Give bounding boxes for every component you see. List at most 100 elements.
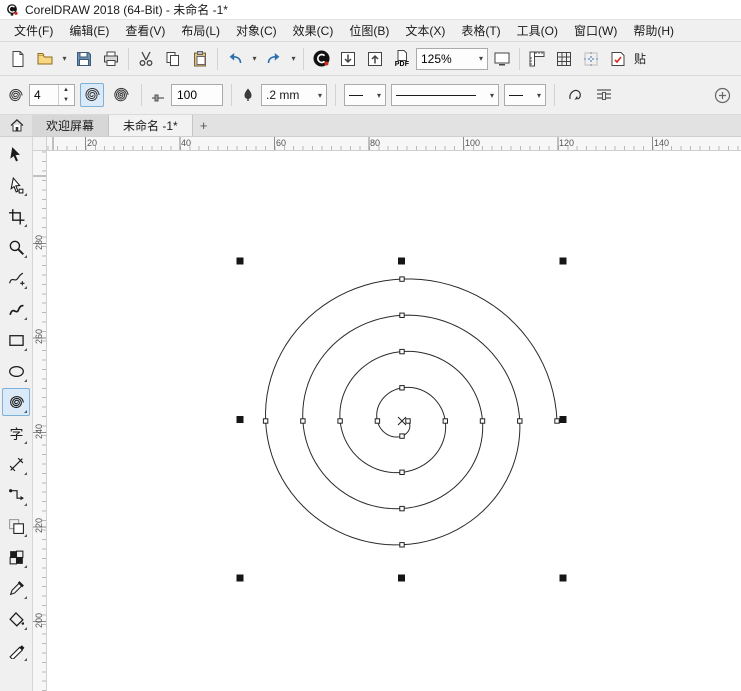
fullscreen-preview-button[interactable] bbox=[489, 46, 515, 72]
spiral-node[interactable] bbox=[400, 434, 404, 438]
tab-untitled-document[interactable]: 未命名 -1* bbox=[109, 115, 193, 136]
spiral-node[interactable] bbox=[443, 419, 447, 423]
menu-layout[interactable]: 布局(L) bbox=[173, 19, 228, 42]
mesh-fill-tool[interactable] bbox=[2, 543, 30, 571]
search-content-button[interactable] bbox=[308, 46, 334, 72]
logarithmic-spiral-button[interactable] bbox=[109, 83, 133, 107]
spiral-node[interactable] bbox=[406, 419, 410, 423]
vertical-ruler[interactable]: 280 260 240 220 200 bbox=[33, 151, 47, 691]
connector-tool[interactable] bbox=[2, 481, 30, 509]
open-button[interactable] bbox=[32, 46, 58, 72]
horizontal-ruler[interactable]: 20 40 60 80 100 120 140 bbox=[47, 137, 741, 151]
quick-customize-button[interactable] bbox=[710, 83, 734, 107]
selection-handle[interactable] bbox=[237, 416, 244, 423]
copy-button[interactable] bbox=[160, 46, 186, 72]
zoom-tool[interactable] bbox=[2, 233, 30, 261]
outline-width-select[interactable]: .2 mm ▾ bbox=[261, 84, 327, 106]
new-tab-button[interactable]: + bbox=[193, 115, 215, 136]
spiral-node[interactable] bbox=[555, 419, 559, 423]
menu-file[interactable]: 文件(F) bbox=[6, 19, 61, 42]
menu-effects[interactable]: 效果(C) bbox=[285, 19, 342, 42]
revolutions-spin-up-button[interactable]: ▲ bbox=[59, 85, 73, 95]
export-button[interactable] bbox=[362, 46, 388, 72]
selection-handle[interactable] bbox=[237, 258, 244, 265]
zoom-level-input[interactable] bbox=[421, 52, 467, 66]
spiral-node[interactable] bbox=[400, 313, 404, 317]
selection-handle[interactable] bbox=[560, 258, 567, 265]
menu-window[interactable]: 窗口(W) bbox=[566, 19, 625, 42]
selection-handle[interactable] bbox=[398, 258, 405, 265]
spiral-tool[interactable] bbox=[2, 388, 30, 416]
eyedropper-tool[interactable] bbox=[2, 574, 30, 602]
show-grid-button[interactable] bbox=[551, 46, 577, 72]
ellipse-tool[interactable] bbox=[2, 357, 30, 385]
publish-pdf-button[interactable]: PDF bbox=[389, 46, 415, 72]
snap-to-label[interactable]: 贴 bbox=[632, 50, 648, 67]
contour-tool[interactable] bbox=[2, 512, 30, 540]
zoom-level-combobox[interactable]: ▾ bbox=[416, 48, 488, 70]
freehand-tool[interactable] bbox=[2, 264, 30, 292]
spiral-node[interactable] bbox=[400, 277, 404, 281]
pick-tool[interactable] bbox=[2, 140, 30, 168]
redo-button[interactable] bbox=[261, 46, 287, 72]
spiral-node[interactable] bbox=[400, 543, 404, 547]
open-dropdown-caret[interactable]: ▾ bbox=[59, 46, 70, 72]
wrap-text-button[interactable] bbox=[592, 83, 616, 107]
options-button[interactable] bbox=[605, 46, 631, 72]
spiral-node[interactable] bbox=[400, 506, 404, 510]
new-document-button[interactable] bbox=[5, 46, 31, 72]
dimension-tool[interactable] bbox=[2, 450, 30, 478]
spiral-curve[interactable] bbox=[266, 279, 557, 545]
spiral-revolutions-input[interactable] bbox=[30, 85, 58, 105]
menu-bitmaps[interactable]: 位图(B) bbox=[341, 19, 397, 42]
ruler-origin-corner[interactable] bbox=[33, 137, 47, 151]
undo-button[interactable] bbox=[222, 46, 248, 72]
tab-welcome-screen[interactable]: 欢迎屏幕 bbox=[32, 115, 109, 136]
cut-button[interactable] bbox=[133, 46, 159, 72]
end-arrowhead-select[interactable]: ▾ bbox=[504, 84, 546, 106]
outline-pen-tool[interactable] bbox=[2, 636, 30, 664]
selection-handle[interactable] bbox=[560, 575, 567, 582]
redo-dropdown-caret[interactable]: ▾ bbox=[288, 46, 299, 72]
spiral-node[interactable] bbox=[263, 419, 267, 423]
menu-help[interactable]: 帮助(H) bbox=[625, 19, 682, 42]
center-x-marker[interactable] bbox=[398, 417, 406, 425]
show-rulers-button[interactable] bbox=[524, 46, 550, 72]
spiral-expansion-input[interactable] bbox=[171, 84, 223, 106]
print-button[interactable] bbox=[98, 46, 124, 72]
selection-handle[interactable] bbox=[560, 416, 567, 423]
spiral-node[interactable] bbox=[400, 470, 404, 474]
spiral-node[interactable] bbox=[301, 419, 305, 423]
crop-tool[interactable] bbox=[2, 202, 30, 230]
home-button[interactable] bbox=[2, 115, 32, 136]
spiral-node[interactable] bbox=[400, 349, 404, 353]
import-button[interactable] bbox=[335, 46, 361, 72]
menu-view[interactable]: 查看(V) bbox=[117, 19, 173, 42]
shape-tool[interactable] bbox=[2, 171, 30, 199]
zoom-dropdown-caret[interactable]: ▾ bbox=[479, 54, 483, 63]
revolutions-spin-down-button[interactable]: ▼ bbox=[59, 95, 73, 105]
spiral-node[interactable] bbox=[338, 419, 342, 423]
spiral-node[interactable] bbox=[518, 419, 522, 423]
menu-text[interactable]: 文本(X) bbox=[397, 19, 453, 42]
spiral-revolutions-stepper[interactable]: ▲ ▼ bbox=[29, 84, 75, 106]
close-curve-button[interactable] bbox=[563, 83, 587, 107]
rectangle-tool[interactable] bbox=[2, 326, 30, 354]
spiral-node[interactable] bbox=[480, 419, 484, 423]
spiral-node[interactable] bbox=[400, 386, 404, 390]
spiral-node[interactable] bbox=[375, 419, 379, 423]
undo-dropdown-caret[interactable]: ▾ bbox=[249, 46, 260, 72]
symmetric-spiral-button[interactable] bbox=[80, 83, 104, 107]
drawing-canvas[interactable] bbox=[47, 151, 741, 691]
show-guidelines-button[interactable] bbox=[578, 46, 604, 72]
interactive-fill-tool[interactable] bbox=[2, 605, 30, 633]
artistic-media-tool[interactable] bbox=[2, 295, 30, 323]
menu-edit[interactable]: 编辑(E) bbox=[61, 19, 117, 42]
start-arrowhead-select[interactable]: ▾ bbox=[344, 84, 386, 106]
paste-button[interactable] bbox=[187, 46, 213, 72]
menu-table[interactable]: 表格(T) bbox=[453, 19, 508, 42]
selection-handle[interactable] bbox=[398, 575, 405, 582]
selection-handle[interactable] bbox=[237, 575, 244, 582]
menu-tools[interactable]: 工具(O) bbox=[509, 19, 566, 42]
save-button[interactable] bbox=[71, 46, 97, 72]
